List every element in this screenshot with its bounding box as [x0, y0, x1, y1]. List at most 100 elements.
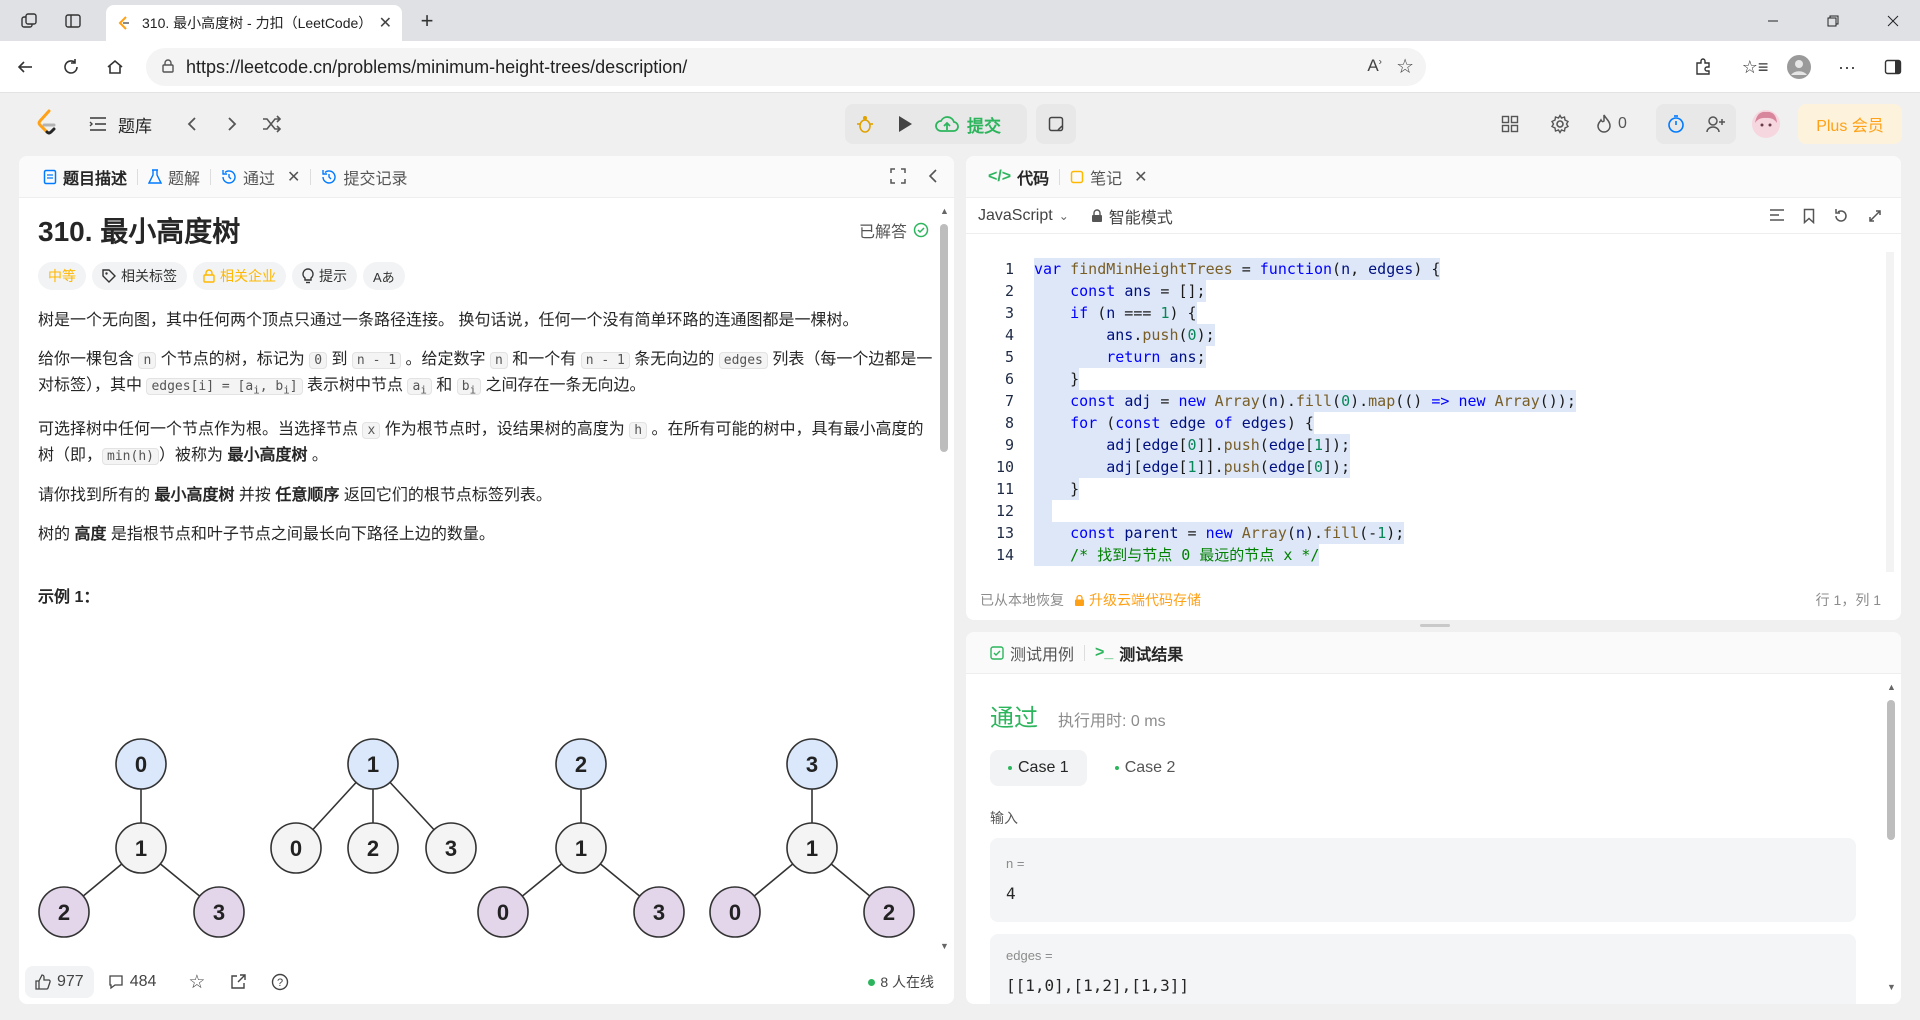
tab-notes[interactable]: 笔记 ✕	[1060, 156, 1157, 198]
case-2-label: Case 2	[1124, 759, 1176, 776]
tab-passed[interactable]: 通过 ✕	[211, 156, 310, 198]
line-number: 12	[995, 502, 1014, 520]
node-label: 2	[575, 752, 587, 777]
p3-text: 。	[307, 446, 328, 464]
prev-problem-icon[interactable]	[178, 110, 206, 138]
sidebar-toggle-icon[interactable]	[1880, 54, 1906, 80]
run-button[interactable]	[887, 106, 923, 142]
reset-code-icon[interactable]	[1833, 208, 1849, 224]
runtime-label: 执行用时: 0 ms	[1058, 713, 1166, 730]
notes-button[interactable]	[1036, 104, 1076, 144]
profile-avatar[interactable]	[1786, 54, 1812, 80]
back-icon[interactable]	[12, 54, 38, 80]
browser-tab-active[interactable]: 310. 最小高度树 - 力扣（LeetCode） ✕	[106, 5, 402, 41]
language-select[interactable]: JavaScript ⌄	[978, 207, 1069, 225]
problem-scrollbar[interactable]: ▲ ▼	[939, 206, 949, 956]
paragraph-3: 可选择树中任何一个节点作为根。当选择节点 x 作为根节点时，设结果树的高度为 h…	[38, 417, 933, 469]
favorites-icon[interactable]: ☆≡	[1742, 54, 1769, 80]
next-problem-icon[interactable]	[218, 110, 246, 138]
tab-description[interactable]: 题目描述	[33, 156, 137, 198]
format-icon[interactable]	[1769, 208, 1785, 224]
home-icon[interactable]	[102, 54, 128, 80]
vertical-tabs-icon[interactable]	[60, 8, 86, 34]
related-companies-button[interactable]: 相关企业	[193, 262, 286, 290]
line-number: 1	[1004, 260, 1014, 278]
star-icon[interactable]: ☆	[188, 971, 205, 994]
leetcode-logo-icon[interactable]	[32, 108, 62, 138]
code-part: edges[i] = [a	[151, 379, 254, 394]
close-tab-icon[interactable]: ✕	[287, 167, 300, 187]
submit-button[interactable]: 提交	[935, 106, 1001, 142]
lock-icon	[203, 269, 215, 283]
refresh-icon[interactable]	[58, 54, 84, 80]
result-status: 通过	[990, 705, 1038, 732]
layout-icon[interactable]	[1496, 110, 1524, 138]
site-info-icon[interactable]	[160, 58, 176, 74]
bookmark-icon[interactable]	[1803, 208, 1815, 224]
problem-bank-button[interactable]: 题库	[88, 110, 152, 138]
problem-bank-label: 题库	[118, 116, 152, 136]
help-icon[interactable]: ?	[271, 973, 289, 991]
random-problem-icon[interactable]	[258, 110, 286, 138]
check-circle-icon	[913, 222, 929, 238]
case-1-tab[interactable]: Case 1	[990, 750, 1087, 786]
user-avatar[interactable]	[1750, 108, 1782, 140]
plus-membership-button[interactable]: Plus 会员	[1798, 104, 1902, 144]
close-window-icon[interactable]	[1870, 0, 1916, 41]
read-aloud-icon[interactable]: A›	[1367, 56, 1382, 76]
subscript: i	[420, 383, 427, 397]
upgrade-storage-link[interactable]: 升级云端代码存储	[1074, 590, 1201, 610]
smart-mode-toggle[interactable]: 智能模式	[1091, 204, 1173, 228]
tab-solution[interactable]: 题解	[138, 156, 210, 198]
line-number: 14	[995, 546, 1014, 564]
bold-term: 任意顺序	[275, 486, 340, 504]
node-label: 0	[135, 752, 147, 777]
favorite-star-icon[interactable]: ☆	[1396, 54, 1414, 79]
code-line: return ans;	[1034, 346, 1206, 368]
tab-testcases[interactable]: 测试用例	[980, 632, 1084, 674]
case-2-tab[interactable]: Case 2	[1097, 750, 1194, 786]
tab-code[interactable]: </> 代码	[978, 156, 1059, 198]
hint-button[interactable]: 提示	[292, 262, 357, 290]
line-number: 2	[1004, 282, 1014, 300]
restore-icon[interactable]	[1810, 0, 1856, 41]
tab-test-result[interactable]: >_ 测试结果	[1085, 632, 1193, 674]
editor-tabs: </> 代码 笔记 ✕	[966, 156, 1901, 198]
tab-submissions[interactable]: 提交记录	[311, 156, 417, 198]
inline-code: 0	[309, 352, 328, 369]
settings-gear-icon[interactable]	[1546, 110, 1574, 138]
debug-icon[interactable]	[847, 106, 883, 142]
input-n-box: n = 4	[990, 838, 1856, 922]
extensions-icon[interactable]	[1690, 54, 1716, 80]
url-bar[interactable]: https://leetcode.cn/problems/minimum-hei…	[146, 48, 1426, 86]
node-label: 2	[58, 900, 70, 925]
comments-button[interactable]: 484	[108, 973, 156, 991]
like-button[interactable]: 977	[25, 966, 94, 998]
p2-text: 给你一棵包含	[38, 351, 139, 368]
share-icon[interactable]	[229, 973, 247, 991]
workspaces-icon[interactable]	[16, 8, 42, 34]
code-line: const adj = new Array(n).fill(0).map(() …	[1034, 390, 1576, 412]
code-area[interactable]: 1 var findMinHeightTrees = function(n, ed…	[966, 246, 1886, 572]
param-value: [[1,0],[1,2],[1,3]]	[1006, 976, 1190, 995]
collapse-panel-icon[interactable]	[927, 168, 939, 184]
more-menu-icon[interactable]: ···	[1834, 54, 1860, 80]
tab-testcases-label: 测试用例	[1010, 646, 1075, 664]
translate-button[interactable]: Aあ	[363, 262, 405, 290]
panel-resize-handle[interactable]	[1420, 624, 1450, 627]
invite-user-icon[interactable]	[1700, 108, 1732, 140]
fullscreen-icon[interactable]	[1867, 208, 1883, 224]
new-tab-icon[interactable]: +	[414, 8, 440, 34]
minimize-icon[interactable]	[1750, 0, 1796, 41]
node-label: 3	[806, 752, 818, 777]
p2-text: 。给定数字	[401, 351, 490, 368]
results-scrollbar[interactable]: ▲ ▼	[1886, 682, 1896, 1000]
restored-label: 已从本地恢复	[980, 592, 1064, 608]
close-tab-icon[interactable]: ✕	[379, 13, 392, 33]
timer-icon[interactable]	[1660, 108, 1692, 140]
maximize-icon[interactable]	[889, 167, 907, 185]
close-tab-icon[interactable]: ✕	[1134, 167, 1147, 187]
related-tags-button[interactable]: 相关标签	[92, 262, 187, 290]
editor-scrollbar[interactable]	[1886, 252, 1894, 572]
streak-counter[interactable]: 0	[1596, 110, 1627, 138]
